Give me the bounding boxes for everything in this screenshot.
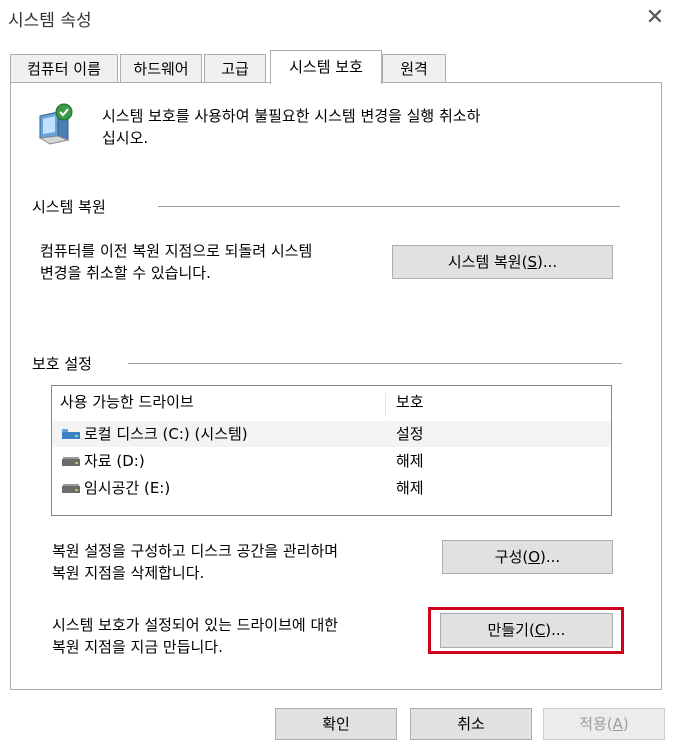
system-restore-button[interactable]: 시스템 복원(S)... <box>392 245 613 279</box>
system-drive-icon <box>62 429 80 439</box>
tab-system-protection[interactable]: 시스템 보호 <box>270 50 382 84</box>
computer-shield-icon <box>34 102 80 148</box>
apply-button[interactable]: 적용(A) <box>543 708 665 740</box>
tab-computer-name[interactable]: 컴퓨터 이름 <box>10 54 118 82</box>
system-restore-button-label: 시스템 복원( <box>447 253 528 271</box>
system-restore-button-suffix: )... <box>537 253 558 271</box>
drive-row-d[interactable]: 자료 (D:) 해제 <box>52 448 611 474</box>
drive-list-header: 사용 가능한 드라이브 보호 <box>52 389 611 417</box>
intro-text-line2: 십시오. <box>102 129 149 147</box>
tab-advanced[interactable]: 고급 <box>204 54 266 82</box>
restore-desc-line1: 컴퓨터를 이전 복원 지점으로 되돌려 시스템 <box>40 242 313 260</box>
close-icon[interactable]: ✕ <box>640 4 670 32</box>
window-title: 시스템 속성 <box>8 11 92 31</box>
drive-row-c[interactable]: 로컬 디스크 (C:) (시스템) 설정 <box>52 421 611 447</box>
configure-desc-line2: 복원 지점을 삭제합니다. <box>52 564 205 582</box>
drive-name: 임시공간 (E:) <box>84 479 171 497</box>
configure-desc-line1: 복원 설정을 구성하고 디스크 공간을 관리하며 <box>52 542 339 560</box>
drive-name: 로컬 디스크 (C:) (시스템) <box>84 425 248 443</box>
restore-section-title: 시스템 복원 <box>32 198 106 216</box>
drive-protection-status: 설정 <box>396 425 424 443</box>
drive-row-e[interactable]: 임시공간 (E:) 해제 <box>52 475 611 501</box>
column-header-drive[interactable]: 사용 가능한 드라이브 <box>60 389 194 415</box>
protection-section-title: 보호 설정 <box>32 355 92 373</box>
drive-protection-status: 해제 <box>396 452 424 470</box>
tab-remote[interactable]: 원격 <box>382 54 446 82</box>
restore-section-divider <box>158 206 620 207</box>
create-button-highlight <box>428 607 624 654</box>
restore-desc-line2: 변경을 취소할 수 있습니다. <box>40 264 211 282</box>
column-separator[interactable] <box>385 393 386 417</box>
column-header-protection[interactable]: 보호 <box>396 389 424 415</box>
configure-button-accelerator: O <box>528 548 541 566</box>
cancel-button[interactable]: 취소 <box>410 708 532 740</box>
ok-button[interactable]: 확인 <box>275 708 397 740</box>
drive-protection-status: 해제 <box>396 479 424 497</box>
drive-icon <box>62 457 80 466</box>
create-desc-line2: 복원 지점을 지금 만듭니다. <box>52 638 223 656</box>
configure-button[interactable]: 구성(O)... <box>442 540 613 574</box>
intro-text-line1: 시스템 보호를 사용하여 불필요한 시스템 변경을 실행 취소하 <box>102 107 481 125</box>
apply-button-accelerator: A <box>612 715 623 733</box>
drive-icon <box>62 484 80 493</box>
apply-button-label: 적용( <box>579 715 613 733</box>
configure-button-suffix: )... <box>540 548 561 566</box>
tab-hardware[interactable]: 하드웨어 <box>120 54 202 82</box>
drive-list[interactable]: 사용 가능한 드라이브 보호 로컬 디스크 (C:) (시스템) 설정 자료 (… <box>51 385 612 516</box>
drive-name: 자료 (D:) <box>84 452 145 470</box>
apply-button-suffix: ) <box>622 715 629 733</box>
configure-button-label: 구성( <box>494 548 529 566</box>
create-desc-line1: 시스템 보호가 설정되어 있는 드라이브에 대한 <box>52 616 339 634</box>
system-restore-button-accelerator: S <box>527 253 537 271</box>
protection-section-divider <box>128 363 622 364</box>
